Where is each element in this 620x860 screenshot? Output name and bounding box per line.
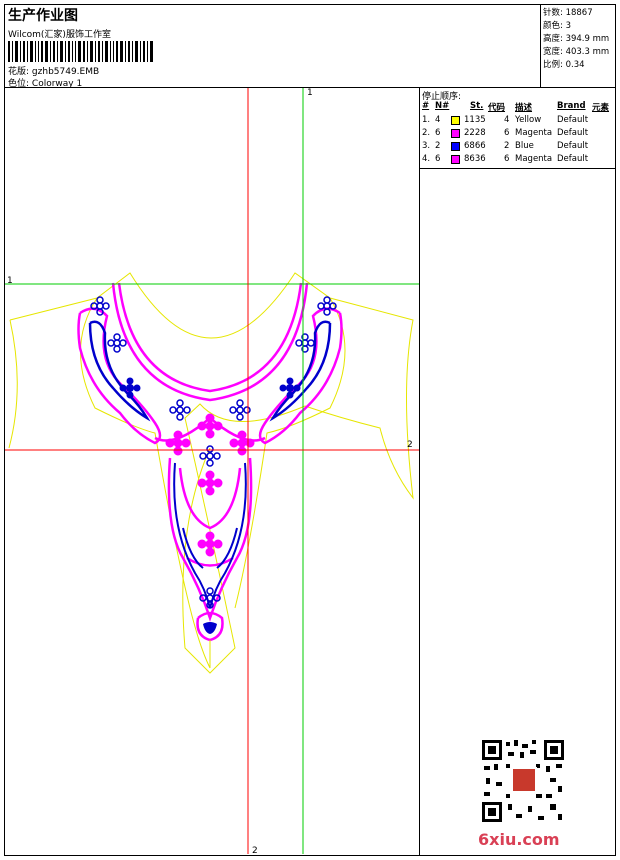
col-brand: Brand bbox=[557, 101, 586, 111]
studio-name: Wilcom(汇家)服饰工作室 bbox=[8, 30, 111, 40]
color-swatch bbox=[451, 142, 460, 151]
color-swatch bbox=[451, 155, 460, 164]
embroidery-design bbox=[5, 88, 419, 854]
col-index: # bbox=[422, 101, 430, 111]
sheet-title: 生产作业图 bbox=[8, 8, 78, 24]
color-count: 颜色: 3 bbox=[543, 21, 571, 31]
panel-divider bbox=[419, 87, 420, 856]
seal-icon bbox=[511, 767, 537, 793]
guide-label-left: 1 bbox=[7, 276, 13, 286]
design-width: 宽度: 403.3 mm bbox=[543, 47, 610, 57]
col-needle: N# bbox=[435, 101, 450, 111]
design-height: 高度: 394.9 mm bbox=[543, 34, 610, 44]
scale: 比例: 0.34 bbox=[543, 60, 585, 70]
guide-label-right: 2 bbox=[407, 440, 413, 450]
watermark: 6xiu.com bbox=[478, 830, 560, 849]
barcode-icon bbox=[8, 41, 153, 62]
col-stitches: St. bbox=[470, 101, 484, 111]
stats-panel: 针数: 18867 颜色: 3 高度: 394.9 mm 宽度: 403.3 m… bbox=[540, 5, 616, 87]
stitch-count: 针数: 18867 bbox=[543, 8, 593, 18]
col-description: 描述 bbox=[515, 103, 533, 113]
col-element: 元素 bbox=[592, 103, 610, 113]
guide-label-top: 1 bbox=[307, 88, 313, 98]
col-code: 代码 bbox=[488, 103, 506, 113]
color-swatch bbox=[451, 129, 460, 138]
sequence-divider bbox=[420, 168, 616, 169]
header-area: 生产作业图 Wilcom(汇家)服饰工作室 花版: gzhb5749.EMB 色… bbox=[5, 5, 540, 89]
guide-label-bottom: 2 bbox=[252, 846, 258, 856]
color-swatch bbox=[451, 116, 460, 125]
